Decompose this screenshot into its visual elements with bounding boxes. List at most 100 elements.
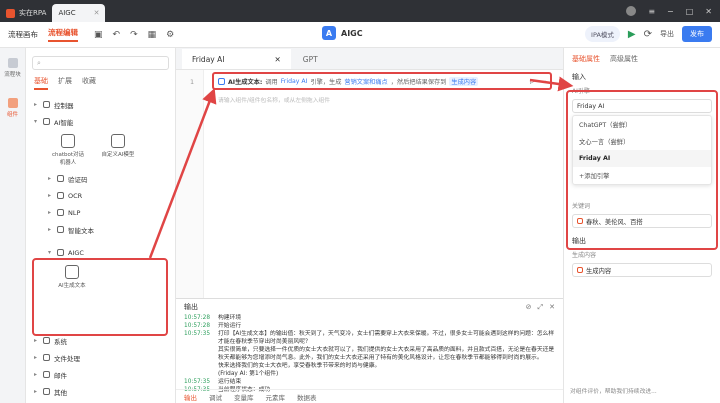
- tree-label: AIGC: [68, 248, 84, 257]
- property-panel: 基础属性 高级属性 输入 AI引擎 Friday AI ChatGPT（尝鲜） …: [563, 48, 720, 403]
- export-button[interactable]: 导出: [660, 29, 674, 39]
- tile-custom-ai[interactable]: 自定义AI模型: [100, 134, 136, 166]
- output-title: 输出: [184, 303, 198, 311]
- step-text: ，然后把结果保存到: [390, 78, 447, 86]
- tab-extend[interactable]: 扩展: [58, 76, 72, 90]
- grid-icon[interactable]: ▦: [148, 30, 157, 40]
- run-step-icon[interactable]: ▷: [530, 78, 535, 85]
- tab-debug[interactable]: 调试: [209, 392, 222, 402]
- nav-components[interactable]: 组件: [0, 88, 25, 128]
- chevron-right-icon: ▸: [34, 388, 38, 395]
- close-window-icon[interactable]: ✕: [705, 7, 712, 16]
- component-search-input[interactable]: ⌕: [32, 56, 169, 70]
- close-icon[interactable]: ✕: [94, 9, 100, 17]
- tree-item-controller[interactable]: ▸ 控制器: [26, 96, 175, 113]
- tree-label: 其他: [54, 388, 67, 397]
- tab-output[interactable]: 输出: [184, 392, 197, 402]
- editor-tab-label: Friday AI: [192, 54, 225, 64]
- log-row: 10:57:35 运行结束: [184, 379, 242, 385]
- smart-text-icon: [57, 226, 64, 233]
- tree-item-ocr[interactable]: ▸ OCR: [26, 187, 175, 204]
- maximize-icon[interactable]: □: [686, 7, 694, 16]
- tree-label: NLP: [68, 208, 81, 217]
- tab-basic[interactable]: 基础: [34, 76, 48, 90]
- custom-model-icon: [111, 134, 125, 148]
- tile-chatbot[interactable]: chatbot对话机器人: [50, 134, 86, 166]
- file-icon: [43, 354, 50, 361]
- highlight-box-engine: [566, 90, 718, 250]
- app-tab-aigc[interactable]: AIGC ✕: [52, 4, 106, 22]
- feedback-link[interactable]: 对组件评价，帮助我们持续改进...: [570, 386, 657, 395]
- tree-item-smart-text[interactable]: ▸ 智能文本: [26, 221, 175, 238]
- tab-variables[interactable]: 变量库: [234, 392, 254, 402]
- tree-item-mail[interactable]: ▸ 邮件: [26, 366, 176, 383]
- output-var-field[interactable]: 生成内容: [572, 263, 712, 277]
- redo-icon[interactable]: ↷: [130, 30, 138, 40]
- minimize-icon[interactable]: −: [667, 7, 674, 16]
- close-icon[interactable]: ✕: [274, 55, 280, 64]
- drop-hint: 请输入组件/组件包名称，或从左侧拖入组件: [218, 98, 331, 104]
- nav-flow-block[interactable]: 流程块: [0, 48, 25, 88]
- avatar[interactable]: [626, 6, 637, 16]
- search-icon: ⌕: [37, 58, 41, 67]
- step-text: 引擎，生成: [310, 78, 342, 86]
- log-row: 其实很简单，只要选择一件优质的女士大衣就可以了，我们提供的女士大衣采用了高品质的…: [218, 347, 555, 361]
- editor-tab-label: GPT: [302, 54, 318, 64]
- tree-item-system[interactable]: ▸ 系统: [26, 332, 176, 349]
- chevron-right-icon: ▸: [48, 226, 52, 233]
- tab-advanced-props[interactable]: 高级属性: [610, 54, 638, 64]
- main-toolbar: 流程画布 流程编辑 ▣ ↶ ↷ ▦ ⚙ A AIGC IPA模式 ▶ ⟳ 导出 …: [0, 22, 720, 48]
- system-icon: [43, 337, 50, 344]
- output-tabs: 输出 调试 变量库 元素库 数据表: [176, 389, 563, 403]
- close-icon[interactable]: ✕: [549, 303, 555, 312]
- chevron-right-icon: ▸: [34, 337, 38, 344]
- line-number: 1: [190, 78, 195, 86]
- more-icon[interactable]: ⋯: [540, 78, 546, 85]
- output-var-value: 生成内容: [586, 267, 612, 275]
- tab-datatable[interactable]: 数据表: [297, 392, 317, 402]
- tab-basic-props[interactable]: 基础属性: [572, 54, 600, 64]
- toolbar-icons: ▣ ↶ ↷ ▦ ⚙: [94, 30, 174, 40]
- chatbot-icon: [61, 134, 75, 148]
- step-keywords[interactable]: 营销文案和痛点: [344, 77, 387, 86]
- log-row: 快来选择我们的女士大衣吧，享受春秋季节带来的时尚与健康。: [218, 363, 381, 369]
- step-output-var[interactable]: 生成内容: [449, 76, 479, 86]
- app-tab-home[interactable]: 实在RPA: [0, 4, 52, 22]
- ocr-icon: [57, 192, 64, 199]
- ai-icon: [43, 118, 50, 125]
- splitter[interactable]: [176, 298, 563, 299]
- tree-label: 邮件: [54, 371, 67, 380]
- ipa-mode-toggle[interactable]: IPA模式: [585, 26, 620, 42]
- tree-label: AI智能: [54, 118, 74, 127]
- tree-item-captcha[interactable]: ▸ 验证码: [26, 170, 175, 187]
- property-tabs: 基础属性 高级属性: [564, 48, 720, 70]
- tab-favorite[interactable]: 收藏: [82, 76, 96, 90]
- project-title-text: AIGC: [341, 28, 363, 38]
- step-ai-generate-text[interactable]: AI生成文本: 调用 Friday AI 引擎，生成 营销文案和痛点 ，然后把结…: [212, 72, 552, 90]
- tree-item-file[interactable]: ▸ 文件处理: [26, 349, 176, 366]
- editor-tab-gpt[interactable]: GPT: [293, 49, 328, 69]
- run-icon[interactable]: ▶: [628, 29, 636, 40]
- clear-icon[interactable]: ⊘: [526, 303, 532, 312]
- settings-icon[interactable]: ⚙: [166, 30, 174, 40]
- tree-item-ai[interactable]: ▾ AI智能: [26, 113, 175, 130]
- menu-icon[interactable]: ≡: [648, 7, 655, 16]
- toolbar-tab-flow-edit[interactable]: 流程编辑: [48, 27, 78, 42]
- left-nav: 流程块 组件: [0, 48, 26, 403]
- tree-item-nlp[interactable]: ▸ NLP: [26, 204, 175, 221]
- toolbar-tab-flow-canvas[interactable]: 流程画布: [8, 29, 38, 40]
- publish-button[interactable]: 发布: [682, 26, 712, 42]
- undo-icon[interactable]: ↶: [113, 30, 121, 40]
- app-logo-icon: [6, 8, 15, 18]
- output-controls: ⊘ ⤢ ✕: [526, 303, 555, 312]
- tree-label: 验证码: [68, 175, 88, 184]
- output-log: 10:57:28 构建环境 10:57:28 开始运行 10:57:35 打印【…: [176, 314, 563, 394]
- tab-elements[interactable]: 元素库: [266, 392, 286, 402]
- line-gutter: [176, 70, 204, 298]
- expand-icon[interactable]: ⤢: [538, 303, 544, 312]
- debug-icon[interactable]: ⟳: [644, 29, 652, 40]
- tree-item-other[interactable]: ▸ 其他: [26, 383, 176, 400]
- step-engine[interactable]: Friday AI: [281, 78, 308, 85]
- editor-tab-friday[interactable]: Friday AI ✕: [182, 49, 291, 69]
- save-icon[interactable]: ▣: [94, 30, 103, 40]
